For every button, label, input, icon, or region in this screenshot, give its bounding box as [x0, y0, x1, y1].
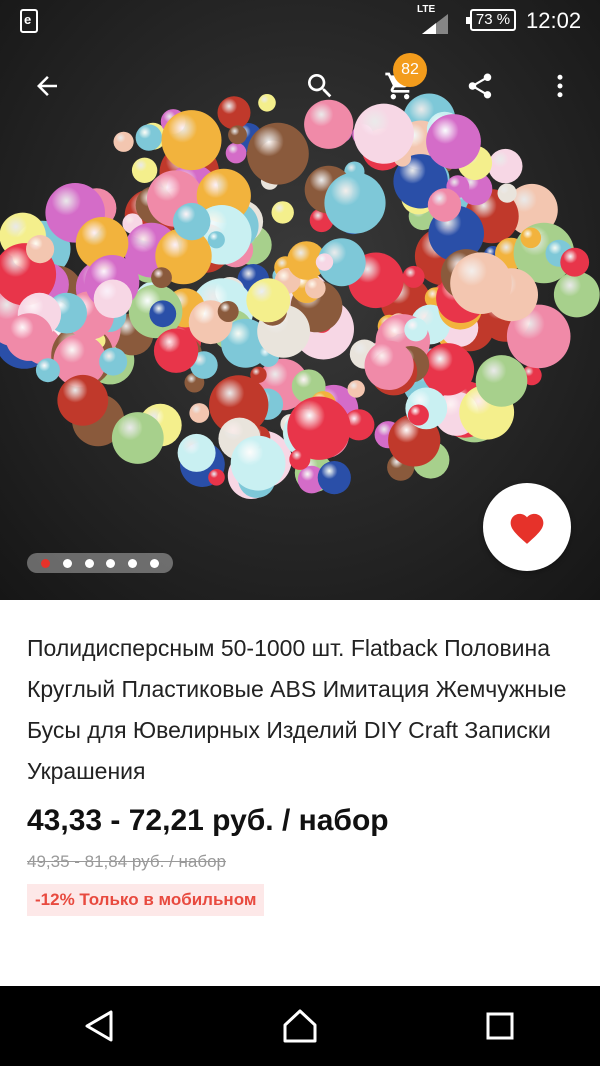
- pearl-bead: [111, 412, 164, 464]
- pearl-bead: [25, 235, 55, 264]
- battery-indicator: 73 %: [466, 9, 516, 31]
- product-title: Полидисперсным 50-1000 шт. Flatback Поло…: [27, 635, 567, 784]
- pearl-bead: [520, 227, 542, 249]
- pearl-bead: [113, 131, 134, 152]
- pager-dot[interactable]: [62, 558, 72, 568]
- pearl-bead: [560, 247, 590, 277]
- pager-dot[interactable]: [41, 558, 51, 568]
- pearl-bead: [208, 469, 225, 486]
- pearl-bead: [151, 267, 172, 288]
- pearl-bead: [217, 301, 239, 322]
- pearl-bead: [177, 433, 216, 472]
- toolbar: [0, 58, 600, 118]
- pearl-bead: [246, 278, 291, 323]
- pearl-bead: [450, 252, 512, 314]
- pearl-bead: [161, 110, 222, 171]
- nav-recents-button[interactable]: [460, 986, 540, 1066]
- pearl-bead: [488, 148, 523, 184]
- pearl-bead: [57, 374, 109, 426]
- status-bar: LTE 73 % 12:02: [0, 0, 600, 40]
- pearl-bead: [153, 328, 199, 373]
- share-icon: [468, 73, 492, 99]
- pearl-bead: [402, 265, 425, 288]
- nav-recents-icon: [486, 1012, 514, 1040]
- pearl-bead: [305, 277, 326, 299]
- more-options-button[interactable]: [535, 58, 585, 114]
- nav-home-icon: [283, 1009, 317, 1043]
- pearl-bead: [99, 347, 128, 376]
- pager-dot[interactable]: [127, 558, 137, 568]
- more-vert-icon: [557, 74, 563, 98]
- image-pager[interactable]: [27, 553, 173, 573]
- heart-icon: [510, 513, 544, 544]
- back-button[interactable]: [22, 58, 72, 114]
- mobile-discount-badge: -12% Только в мобильном: [27, 884, 265, 916]
- original-price: 49,35 - 81,84 руб. / набор: [27, 852, 226, 871]
- product-price: 43,33 - 72,21 руб. / набор: [27, 804, 389, 837]
- share-button[interactable]: [455, 58, 505, 114]
- search-button[interactable]: [295, 58, 345, 114]
- pearl-bead: [404, 318, 428, 342]
- pearl-bead: [149, 300, 177, 328]
- system-navigation-bar: [0, 986, 600, 1066]
- nav-back-button[interactable]: [60, 986, 140, 1066]
- nav-back-icon: [85, 1010, 113, 1042]
- search-icon: [308, 74, 332, 98]
- pearl-bead: [131, 157, 158, 183]
- pearl-bead: [250, 366, 267, 383]
- pager-dot[interactable]: [149, 558, 159, 568]
- pearl-bead: [427, 188, 462, 222]
- pearl-bead: [189, 403, 210, 423]
- pearl-bead: [475, 355, 528, 407]
- pearl-bead: [271, 201, 294, 224]
- clock: 12:02: [526, 8, 582, 33]
- pearl-bead: [135, 124, 162, 151]
- pearl-bead: [421, 343, 475, 396]
- pearl-bead: [230, 435, 286, 491]
- pearl-bead: [173, 202, 211, 241]
- pearl-bead: [497, 183, 517, 203]
- pager-dot[interactable]: [106, 558, 116, 568]
- nav-home-button[interactable]: [260, 986, 340, 1066]
- pearl-bead: [289, 448, 311, 470]
- pearl-bead: [364, 340, 414, 390]
- pearl-bead: [317, 461, 351, 495]
- cart-count-badge: 82: [393, 53, 427, 87]
- favorite-button[interactable]: [483, 483, 571, 571]
- pearl-bead: [5, 313, 53, 361]
- pearl-bead: [228, 125, 247, 145]
- product-info: Полидисперсным 50-1000 шт. Flatback Поло…: [0, 600, 600, 986]
- pearl-bead: [93, 279, 133, 319]
- pearl-bead: [347, 380, 365, 398]
- pearl-bead: [426, 114, 481, 169]
- pearl-bead: [315, 253, 334, 271]
- back-arrow-icon: [37, 76, 57, 96]
- pearl-bead: [207, 231, 225, 249]
- pager-dot[interactable]: [84, 558, 94, 568]
- pearl-bead: [225, 142, 247, 164]
- pearl-bead: [553, 271, 600, 318]
- pearl-bead: [247, 122, 309, 185]
- pearl-bead: [407, 404, 429, 426]
- pearl-bead: [324, 172, 386, 234]
- notification-icon: [20, 9, 38, 33]
- pearl-bead: [35, 358, 60, 383]
- signal-icon: [422, 14, 448, 34]
